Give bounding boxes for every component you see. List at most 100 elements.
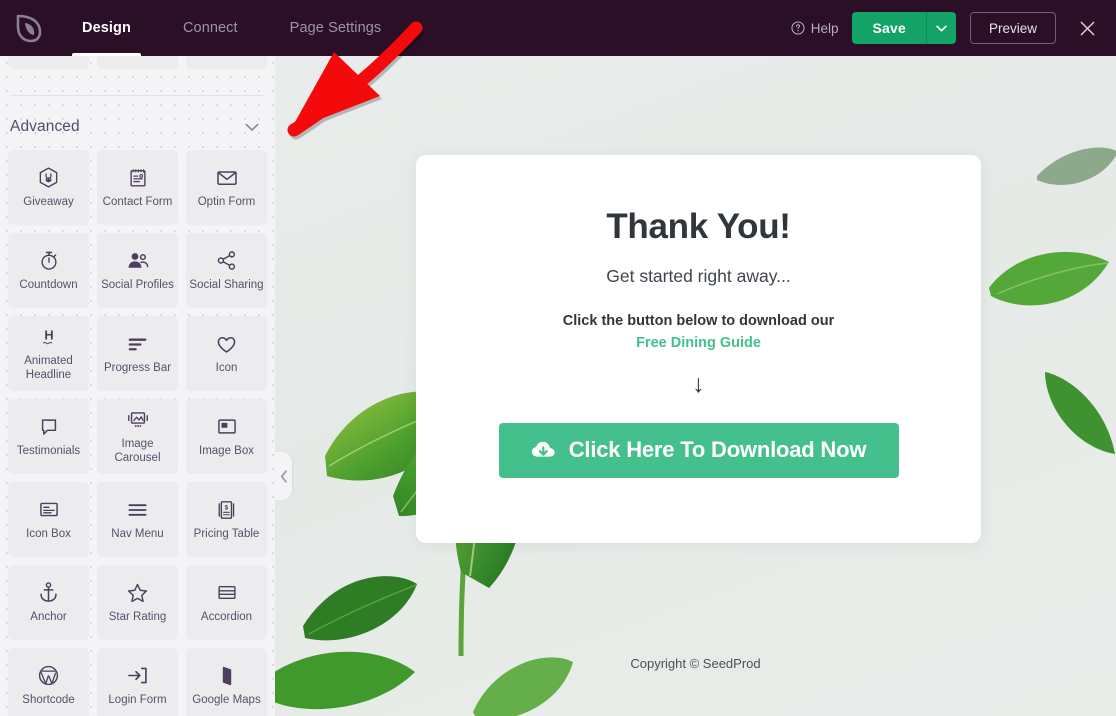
seedprod-leaf-icon bbox=[16, 14, 41, 42]
download-button[interactable]: Click Here To Download Now bbox=[498, 422, 899, 478]
widget-label: Pricing Table bbox=[193, 527, 260, 540]
widget-label: Nav Menu bbox=[111, 527, 164, 540]
help-label: Help bbox=[810, 20, 839, 36]
widget-image-carousel[interactable]: Image Carousel bbox=[97, 399, 178, 474]
widget-progress-bar[interactable]: Progress Bar bbox=[97, 316, 178, 391]
plant-decor-right bbox=[989, 147, 1116, 454]
sign-in-icon bbox=[126, 664, 149, 688]
star-icon bbox=[126, 581, 149, 605]
widget-optin-form[interactable]: Optin Form bbox=[186, 150, 267, 225]
widgets-sidebar[interactable]: Advanced Giveaway Contact Form Optin For… bbox=[0, 56, 275, 716]
widget-label: Image Carousel bbox=[114, 437, 161, 464]
image-carousel-icon bbox=[126, 408, 150, 432]
chevron-left-icon bbox=[280, 469, 287, 483]
page-preview-canvas[interactable]: Thank You! Get started right away... Cli… bbox=[275, 56, 1116, 716]
widget-accordion[interactable]: Accordion bbox=[186, 565, 267, 640]
widget-star-rating[interactable]: Star Rating bbox=[97, 565, 178, 640]
close-builder-button[interactable] bbox=[1072, 13, 1102, 43]
thank-you-page-card[interactable]: Thank You! Get started right away... Cli… bbox=[416, 155, 981, 543]
widget-label: Icon Box bbox=[26, 527, 71, 540]
cta-line: Click the button below to download our bbox=[562, 313, 835, 329]
widget-label: Animated Headline bbox=[24, 354, 73, 381]
sidebar-collapse-handle[interactable] bbox=[275, 452, 292, 500]
down-arrow-icon: ↓ bbox=[692, 369, 705, 398]
widget-contact-form[interactable]: Contact Form bbox=[97, 150, 178, 225]
advanced-section-title: Advanced bbox=[10, 118, 80, 135]
progress-bar-icon bbox=[126, 332, 149, 356]
download-button-label: Click Here To Download Now bbox=[568, 437, 867, 462]
tab-page-settings[interactable]: Page Settings bbox=[264, 0, 408, 56]
save-button-group: Save bbox=[852, 12, 956, 44]
widget-label: Countdown bbox=[19, 278, 78, 291]
widget-anchor[interactable]: Anchor bbox=[8, 565, 89, 640]
widget-animated-headline[interactable]: H Animated Headline bbox=[8, 316, 89, 391]
image-box-icon bbox=[216, 415, 238, 439]
cloud-download-icon bbox=[531, 441, 555, 457]
widget-label: Progress Bar bbox=[103, 361, 172, 374]
page-title: Thank You! bbox=[606, 207, 791, 246]
widget-label: Login Form bbox=[108, 693, 167, 706]
save-dropdown-toggle[interactable] bbox=[925, 12, 956, 44]
close-icon bbox=[1080, 21, 1094, 35]
chevron-down-icon[interactable] bbox=[245, 123, 259, 132]
save-label: Save bbox=[872, 20, 906, 36]
widget-login-form[interactable]: Login Form bbox=[97, 648, 178, 716]
widget-label: Icon bbox=[215, 361, 238, 374]
seedprod-page-builder: Design Connect Page Settings Help Save P… bbox=[0, 0, 1116, 716]
tab-connect[interactable]: Connect bbox=[157, 0, 264, 56]
widget-label: Accordion bbox=[200, 610, 253, 623]
widget-label: Image Box bbox=[199, 444, 254, 457]
main-nav-tabs: Design Connect Page Settings bbox=[56, 0, 407, 56]
people-icon bbox=[126, 249, 150, 273]
widget-giveaway[interactable]: Giveaway bbox=[8, 150, 89, 225]
widget-card-clipped[interactable] bbox=[186, 56, 267, 69]
widget-icon[interactable]: Icon bbox=[186, 316, 267, 391]
widget-label: Social Profiles bbox=[101, 278, 174, 291]
widget-countdown[interactable]: Countdown bbox=[8, 233, 89, 308]
accordion-icon bbox=[216, 581, 238, 605]
preview-button[interactable]: Preview bbox=[969, 12, 1056, 44]
topbar-actions: Help Save Preview bbox=[791, 0, 1116, 56]
svg-text:H: H bbox=[44, 327, 53, 342]
preview-label: Preview bbox=[988, 20, 1037, 36]
tab-design[interactable]: Design bbox=[56, 0, 157, 56]
cta-highlight-link[interactable]: Free Dining Guide bbox=[456, 333, 941, 355]
widget-image-box[interactable]: Image Box bbox=[186, 399, 267, 474]
widget-pricing-table[interactable]: $ Pricing Table bbox=[186, 482, 267, 557]
advanced-section-header[interactable]: Advanced bbox=[0, 96, 275, 150]
wordpress-icon bbox=[37, 664, 60, 688]
widget-label: Contact Form bbox=[102, 195, 173, 208]
page-cta-text: Click the button below to download our F… bbox=[456, 311, 941, 355]
anchor-icon bbox=[38, 581, 59, 605]
advanced-widget-grid: Giveaway Contact Form Optin Form Countdo… bbox=[0, 150, 275, 716]
page-card-content: Thank You! Get started right away... Cli… bbox=[416, 155, 981, 478]
speech-bubble-icon bbox=[38, 415, 60, 439]
seedprod-logo[interactable] bbox=[0, 0, 56, 56]
help-button[interactable]: Help bbox=[791, 20, 839, 36]
save-button[interactable]: Save bbox=[852, 12, 926, 44]
chevron-down-icon bbox=[936, 25, 947, 31]
widget-label: Giveaway bbox=[23, 195, 74, 208]
svg-text:$: $ bbox=[225, 504, 229, 511]
widget-label: Google Maps bbox=[192, 693, 261, 706]
widget-social-sharing[interactable]: Social Sharing bbox=[186, 233, 267, 308]
envelope-icon bbox=[215, 166, 239, 190]
widget-label: Testimonials bbox=[16, 444, 81, 457]
animated-h-icon: H bbox=[38, 325, 60, 349]
share-nodes-icon bbox=[215, 249, 238, 273]
tab-connect-label: Connect bbox=[182, 20, 238, 36]
widget-google-maps[interactable]: Google Maps bbox=[186, 648, 267, 716]
pricing-table-icon: $ bbox=[216, 498, 237, 522]
widget-label: Social Sharing bbox=[189, 278, 264, 291]
widget-label: Optin Form bbox=[197, 195, 256, 208]
widget-social-profiles[interactable]: Social Profiles bbox=[97, 233, 178, 308]
widget-icon-box[interactable]: Icon Box bbox=[8, 482, 89, 557]
widget-card-clipped[interactable] bbox=[97, 56, 178, 69]
widget-testimonials[interactable]: Testimonials bbox=[8, 399, 89, 474]
page-footer-copyright: Copyright © SeedProd bbox=[630, 656, 761, 671]
widget-shortcode[interactable]: Shortcode bbox=[8, 648, 89, 716]
top-toolbar: Design Connect Page Settings Help Save P… bbox=[0, 0, 1116, 56]
icon-box-icon bbox=[38, 498, 60, 522]
widget-card-clipped[interactable] bbox=[8, 56, 89, 69]
widget-nav-menu[interactable]: Nav Menu bbox=[97, 482, 178, 557]
